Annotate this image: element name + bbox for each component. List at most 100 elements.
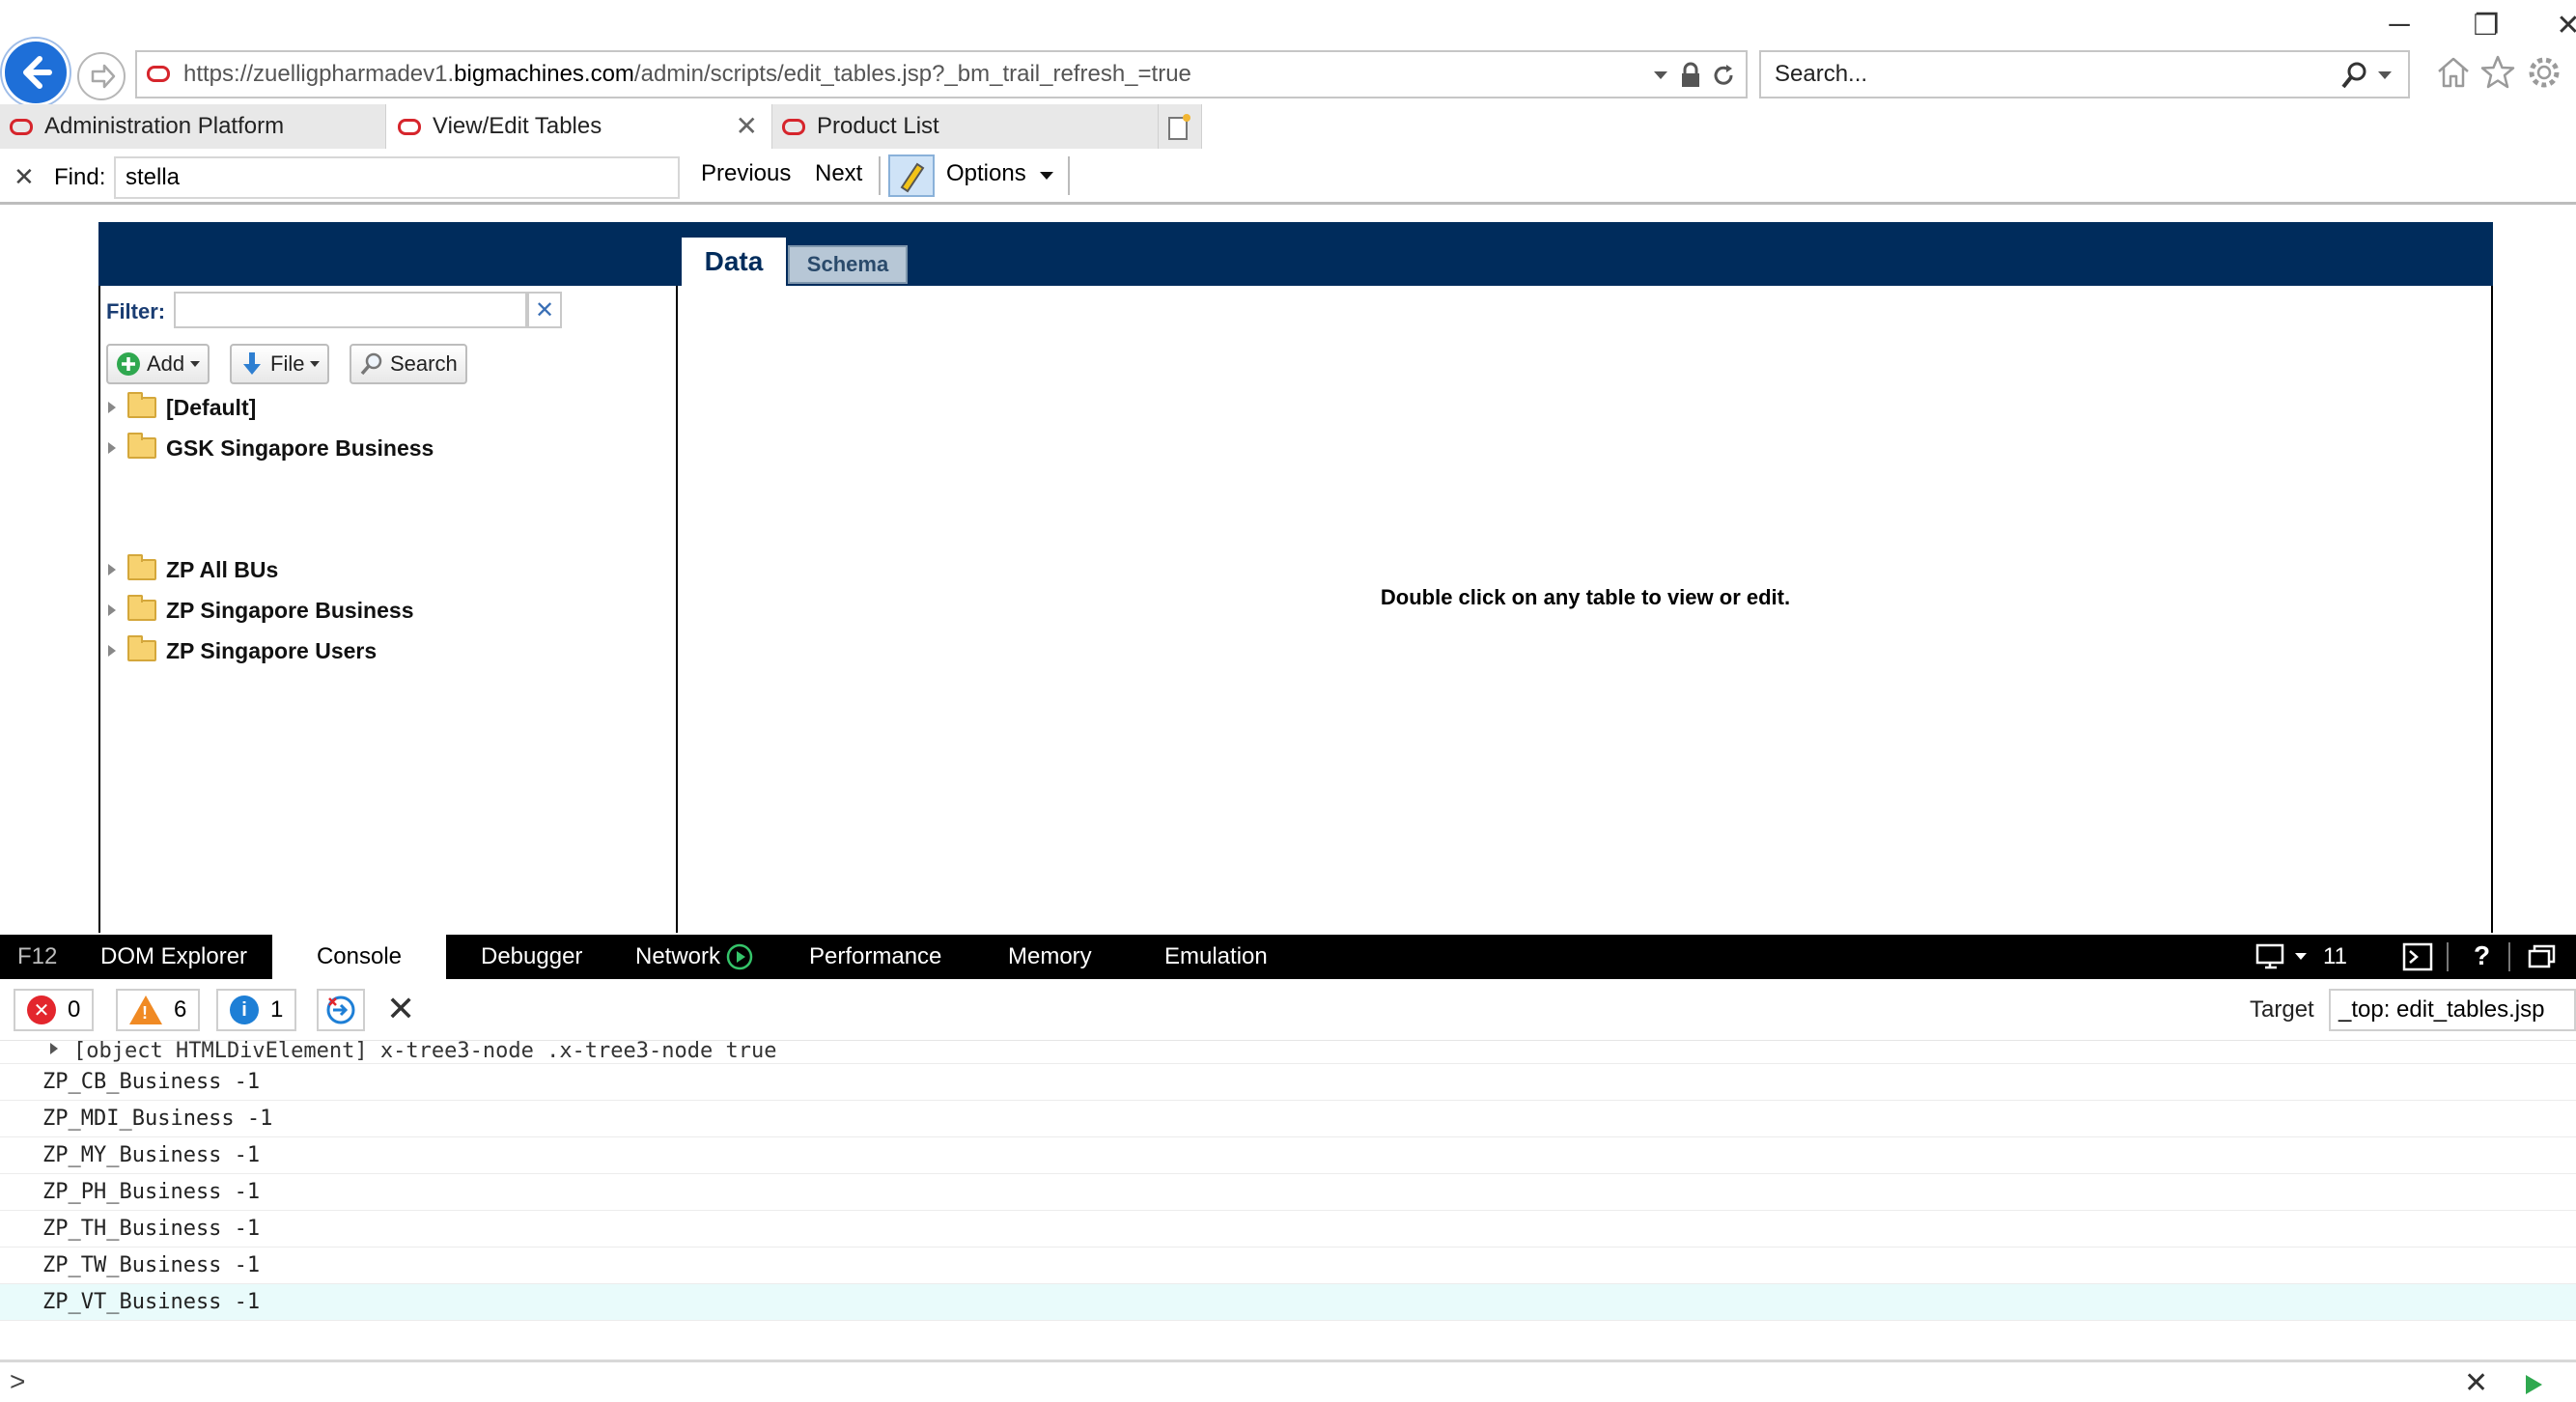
tab-dom-explorer[interactable]: DOM Explorer bbox=[100, 935, 247, 979]
oracle-favicon-icon bbox=[10, 118, 33, 135]
chevron-down-icon bbox=[190, 361, 201, 367]
search-button-label: Search bbox=[390, 351, 458, 376]
find-options-button[interactable]: Options bbox=[946, 160, 1026, 187]
expand-arrow-icon[interactable] bbox=[108, 604, 116, 616]
lock-icon[interactable] bbox=[1680, 62, 1701, 89]
tree-folder-gsk-singapore-business[interactable]: GSK Singapore Business bbox=[108, 431, 434, 465]
chevron-down-icon[interactable] bbox=[1653, 70, 1668, 81]
tab-network[interactable]: Network bbox=[635, 935, 753, 979]
clear-on-navigate-button[interactable] bbox=[317, 989, 365, 1031]
new-tab-button[interactable] bbox=[1159, 104, 1202, 149]
back-button[interactable] bbox=[2, 39, 70, 106]
tree-folder-default[interactable]: [Default] bbox=[108, 390, 256, 425]
find-previous-button[interactable]: Previous bbox=[701, 160, 791, 187]
gear-icon[interactable] bbox=[2526, 54, 2562, 91]
expand-arrow-icon[interactable] bbox=[108, 442, 116, 454]
console-log-line: ZP_TW_Business -1 bbox=[0, 1248, 2576, 1284]
folder-icon bbox=[127, 392, 156, 418]
chevron-down-icon[interactable] bbox=[1039, 170, 1054, 182]
tab-network-label: Network bbox=[635, 943, 721, 969]
error-count: 0 bbox=[68, 996, 81, 1023]
record-play-icon[interactable] bbox=[726, 943, 753, 970]
info-filter-button[interactable]: i 1 bbox=[216, 989, 297, 1031]
add-icon bbox=[117, 352, 140, 376]
expand-arrow-icon[interactable] bbox=[108, 645, 116, 657]
forward-button[interactable] bbox=[77, 52, 126, 100]
browser-chrome: ─ ❐ ✕ https://zuelligpharmadev1.bigmachi… bbox=[0, 0, 2576, 205]
browser-search-bar[interactable]: Search... bbox=[1759, 50, 2410, 98]
divider bbox=[879, 156, 881, 195]
tab-view-edit-tables[interactable]: View/Edit Tables ✕ bbox=[386, 104, 772, 149]
favorites-star-icon[interactable] bbox=[2479, 54, 2516, 91]
tree-folder-zp-all-bus[interactable]: ZP All BUs bbox=[108, 552, 278, 587]
tree-folder-label: GSK Singapore Business bbox=[166, 435, 434, 461]
clear-console-icon[interactable]: ✕ bbox=[386, 989, 415, 1029]
target-selector[interactable]: _top: edit_tables.jsp bbox=[2329, 989, 2576, 1031]
folder-icon bbox=[127, 595, 156, 621]
highlight-toggle-button[interactable] bbox=[888, 154, 935, 197]
url-path: /admin/scripts/edit_tables.jsp?_bm_trail… bbox=[633, 61, 1191, 87]
error-filter-button[interactable]: ✕ 0 bbox=[14, 989, 95, 1031]
add-button[interactable]: Add bbox=[106, 344, 210, 384]
tab-schema[interactable]: Schema bbox=[788, 245, 908, 284]
console-log-line: ZP_PH_Business -1 bbox=[0, 1174, 2576, 1211]
tab-performance[interactable]: Performance bbox=[809, 935, 941, 979]
tab-product-list[interactable]: Product List bbox=[772, 104, 1159, 149]
monitor-icon bbox=[2255, 943, 2284, 969]
data-panel: Double click on any table to view or edi… bbox=[678, 286, 2493, 933]
home-icon[interactable] bbox=[2435, 54, 2472, 91]
tree-folder-label: ZP Singapore Users bbox=[166, 637, 378, 663]
app-header-bar bbox=[98, 222, 2493, 286]
restore-button[interactable]: ❐ bbox=[2462, 6, 2510, 44]
file-button[interactable]: File bbox=[230, 344, 330, 384]
undock-icon[interactable] bbox=[2526, 942, 2557, 971]
search-button[interactable]: Search bbox=[350, 344, 467, 384]
tab-data[interactable]: Data bbox=[682, 238, 786, 286]
highlighter-icon bbox=[900, 162, 925, 193]
url-text: https://zuelligpharmadev1.bigmachines.co… bbox=[183, 61, 1191, 88]
error-icon: ✕ bbox=[27, 995, 56, 1024]
expand-arrow-icon[interactable] bbox=[108, 564, 116, 575]
search-icon[interactable] bbox=[2340, 60, 2369, 91]
refresh-icon[interactable] bbox=[1711, 62, 1736, 89]
forward-arrow-icon bbox=[91, 64, 116, 89]
tree-folder-zp-singapore-users[interactable]: ZP Singapore Users bbox=[108, 633, 377, 668]
clear-input-icon[interactable]: ✕ bbox=[2464, 1366, 2488, 1400]
tree-folder-zp-singapore-business[interactable]: ZP Singapore Business bbox=[108, 593, 413, 628]
tab-console[interactable]: Console bbox=[272, 935, 446, 979]
filter-input[interactable] bbox=[174, 292, 527, 328]
devtools-f12-label: F12 bbox=[17, 943, 58, 969]
minimize-button[interactable]: ─ bbox=[2375, 6, 2423, 44]
console-toolbar: ✕ 0 ! 6 i 1 ✕ Target _top: edit_tables.j… bbox=[0, 979, 2576, 1041]
document-mode-selector[interactable]: 11 bbox=[2255, 935, 2347, 979]
chevron-down-icon[interactable] bbox=[2377, 70, 2393, 81]
tab-emulation[interactable]: Emulation bbox=[1164, 935, 1268, 979]
help-icon[interactable]: ? bbox=[2474, 940, 2490, 971]
filter-clear-icon[interactable]: ✕ bbox=[527, 292, 562, 328]
run-script-icon[interactable] bbox=[2522, 1372, 2545, 1397]
target-label: Target bbox=[2250, 996, 2314, 1023]
tab-label: Product List bbox=[817, 113, 939, 139]
address-bar[interactable]: https://zuelligpharmadev1.bigmachines.co… bbox=[135, 50, 1748, 98]
close-window-button[interactable]: ✕ bbox=[2544, 6, 2576, 44]
info-icon: i bbox=[230, 995, 259, 1024]
console-log-line: ZP_VT_Business -1 bbox=[0, 1284, 2576, 1321]
find-bar: ✕ Find: Previous Next Options bbox=[0, 149, 2576, 205]
tab-memory[interactable]: Memory bbox=[1008, 935, 1092, 979]
warning-filter-button[interactable]: ! 6 bbox=[116, 989, 201, 1031]
chevron-down-icon bbox=[2295, 953, 2307, 960]
close-find-icon[interactable]: ✕ bbox=[14, 162, 35, 192]
tree-folder-label: ZP All BUs bbox=[166, 556, 279, 582]
tab-administration-platform[interactable]: Administration Platform bbox=[0, 104, 386, 149]
console-toggle-icon[interactable] bbox=[2402, 942, 2433, 971]
tab-debugger[interactable]: Debugger bbox=[481, 935, 582, 979]
console-output: [object HTMLDivElement] x-tree3-node .x-… bbox=[0, 1041, 2576, 1331]
console-log-object-line[interactable]: [object HTMLDivElement] x-tree3-node .x-… bbox=[0, 1041, 2576, 1064]
expand-arrow-icon[interactable] bbox=[50, 1043, 58, 1054]
find-next-button[interactable]: Next bbox=[815, 160, 862, 187]
oracle-favicon-icon bbox=[782, 118, 805, 135]
close-tab-icon[interactable]: ✕ bbox=[736, 110, 758, 142]
console-input-line[interactable]: > ✕ bbox=[0, 1360, 2576, 1402]
find-input[interactable] bbox=[114, 156, 680, 199]
expand-arrow-icon[interactable] bbox=[108, 402, 116, 413]
